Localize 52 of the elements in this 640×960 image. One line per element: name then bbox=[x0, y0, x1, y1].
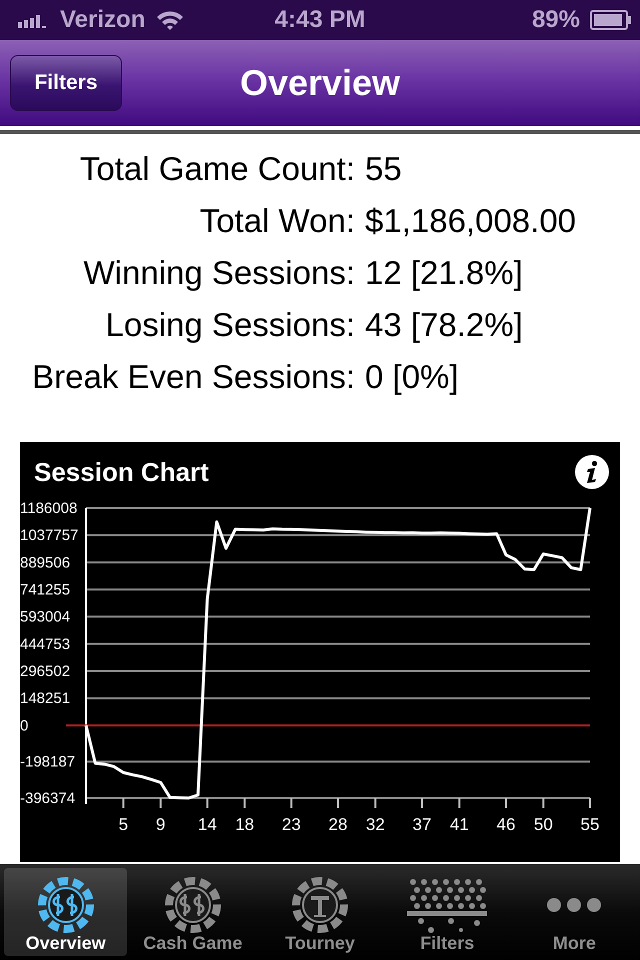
tab-bar-item[interactable]: Overview bbox=[4, 868, 128, 956]
y-tick-label: 1186008 bbox=[20, 500, 78, 517]
x-tick-label: 23 bbox=[282, 815, 301, 834]
x-tick-label: 50 bbox=[534, 815, 553, 834]
stat-value: 43 [78.2%] bbox=[365, 308, 524, 342]
stat-label: Total Game Count: bbox=[78, 152, 355, 186]
info-icon[interactable] bbox=[574, 454, 610, 490]
carrier-name: Verizon bbox=[60, 6, 146, 34]
y-tick-label: 444753 bbox=[20, 636, 70, 653]
dots-grid-icon bbox=[407, 877, 488, 933]
y-tick-label: 741255 bbox=[20, 582, 70, 598]
x-tick-label: 46 bbox=[496, 815, 516, 834]
x-tick-label: 28 bbox=[328, 815, 348, 834]
y-tick-label: 148251 bbox=[20, 690, 70, 708]
chart-title: Session Chart bbox=[34, 456, 209, 488]
poker-chip-icon bbox=[164, 877, 221, 933]
y-tick-label: 889506 bbox=[20, 554, 70, 572]
y-tick-label: -198187 bbox=[20, 754, 76, 771]
stat-label: Losing Sessions: bbox=[104, 308, 355, 342]
stat-value: 55 bbox=[365, 152, 403, 186]
poker-chip-icon bbox=[38, 877, 94, 933]
x-tick-label: 32 bbox=[366, 815, 385, 834]
tab-bar-item[interactable]: Tourney bbox=[258, 868, 382, 956]
battery-percent: 89% bbox=[532, 6, 580, 34]
y-tick-label: 1037757 bbox=[20, 527, 78, 544]
y-tick-label: 296502 bbox=[20, 663, 70, 680]
y-tick-label: 0 bbox=[20, 717, 28, 734]
x-tick-label: 14 bbox=[198, 815, 217, 834]
x-tick-label: 18 bbox=[235, 815, 254, 834]
status-time: 4:43 PM bbox=[274, 6, 366, 34]
y-tick-label: -396374 bbox=[20, 790, 76, 807]
x-tick-label: 55 bbox=[580, 815, 600, 834]
stat-value: 0 [0%] bbox=[365, 360, 460, 394]
wifi-icon bbox=[155, 9, 186, 31]
stat-label: Winning Sessions: bbox=[82, 256, 355, 290]
tab-bar-item[interactable]: Cash Game bbox=[131, 868, 254, 956]
page-title: Overview bbox=[240, 62, 400, 104]
y-tick-label: 593004 bbox=[20, 608, 70, 626]
stat-label: Break Even Sessions: bbox=[31, 360, 355, 394]
more-icon bbox=[546, 898, 602, 912]
stat-label: Total Won: bbox=[198, 204, 355, 238]
x-tick-label: 9 bbox=[156, 815, 166, 834]
stat-value: 12 [21.8%] bbox=[365, 256, 524, 290]
battery-icon bbox=[590, 10, 632, 30]
x-tick-label: 5 bbox=[118, 815, 128, 834]
filters-button[interactable]: Filters bbox=[10, 55, 122, 111]
stat-value: $1,186,008.00 bbox=[365, 204, 578, 238]
poker-chip-icon bbox=[292, 877, 348, 933]
tab-bar-item[interactable]: More bbox=[512, 868, 636, 956]
tab-bar-item[interactable]: Filters bbox=[386, 868, 509, 956]
x-tick-label: 41 bbox=[450, 815, 469, 834]
x-tick-label: 37 bbox=[412, 815, 432, 834]
